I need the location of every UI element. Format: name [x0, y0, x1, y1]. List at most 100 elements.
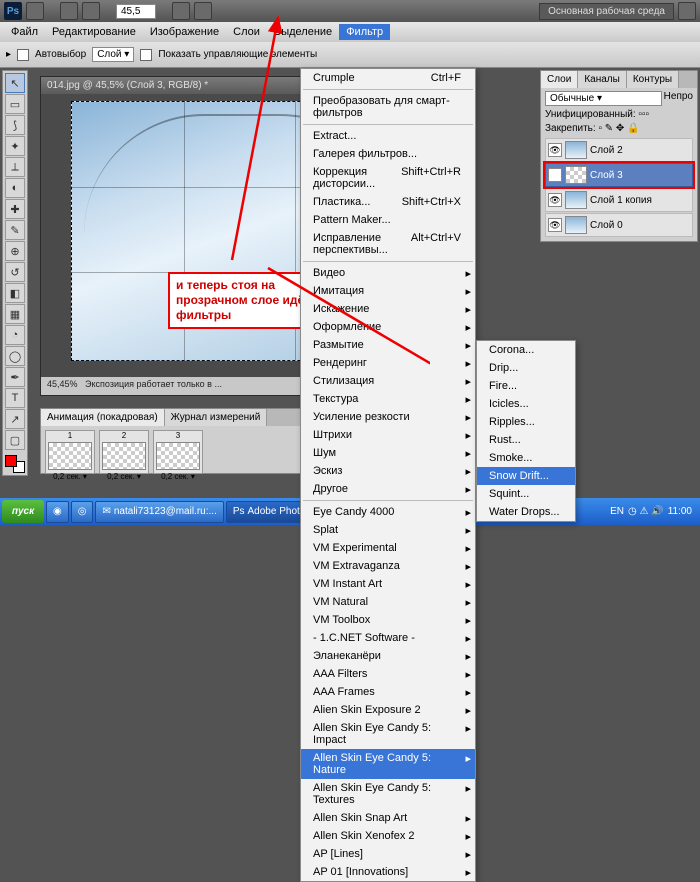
taskbar-quicklaunch[interactable]: ◉ — [46, 501, 69, 523]
arrange-icon[interactable] — [172, 2, 190, 20]
menu-item[interactable]: Другое▸ — [301, 480, 475, 498]
menu-item[interactable]: Eye Candy 4000▸ — [301, 503, 475, 521]
menu-item[interactable]: - 1.C.NET Software -▸ — [301, 629, 475, 647]
menu-item[interactable]: Стилизация▸ — [301, 372, 475, 390]
gradient-tool[interactable]: ▦ — [5, 304, 25, 324]
type-tool[interactable]: T — [5, 388, 25, 408]
lang-indicator[interactable]: EN — [610, 506, 624, 517]
screen-mode-icon[interactable] — [194, 2, 212, 20]
menu-item[interactable]: Alien Skin Exposure 2▸ — [301, 701, 475, 719]
menu-item[interactable]: Allen Skin Eye Candy 5: Textures▸ — [301, 779, 475, 809]
menu-item[interactable]: Эскиз▸ — [301, 462, 475, 480]
menu-item[interactable]: Шум▸ — [301, 444, 475, 462]
path-tool[interactable]: ↗ — [5, 409, 25, 429]
layer-row[interactable]: 👁Слой 0 — [545, 213, 693, 237]
menu-item[interactable]: Ripples... — [477, 413, 575, 431]
menu-item[interactable]: AAA Frames▸ — [301, 683, 475, 701]
menu-item[interactable]: Рендеринг▸ — [301, 354, 475, 372]
blend-mode-select[interactable]: Обычные ▾ — [545, 91, 662, 106]
menu-item[interactable]: Allen Skin Snap Art▸ — [301, 809, 475, 827]
menu-item[interactable]: Fire... — [477, 377, 575, 395]
tab-animation[interactable]: Анимация (покадровая) — [41, 409, 165, 426]
menu-item[interactable]: Drip... — [477, 359, 575, 377]
animation-frame[interactable]: 30,2 сек. ▾ — [153, 430, 203, 474]
visibility-icon[interactable]: 👁 — [548, 218, 562, 232]
layer-row[interactable]: 👁Слой 3 — [545, 163, 693, 187]
menu-item[interactable]: AP 01 [Innovations]▸ — [301, 863, 475, 881]
menu-item[interactable]: Water Drops... — [477, 503, 575, 521]
menu-item[interactable]: Rust... — [477, 431, 575, 449]
healing-tool[interactable]: ✚ — [5, 199, 25, 219]
menu-item[interactable]: Allen Skin Eye Candy 5: Nature▸ — [301, 749, 475, 779]
menu-item[interactable]: CrumpleCtrl+F — [301, 69, 475, 87]
brush-tool[interactable]: ✎ — [5, 220, 25, 240]
move-tool[interactable]: ↖ — [5, 73, 25, 93]
layer-thumbnail[interactable] — [565, 166, 587, 184]
menu-item[interactable]: Усиление резкости▸ — [301, 408, 475, 426]
menu-item[interactable]: Штрихи▸ — [301, 426, 475, 444]
lasso-tool[interactable]: ⟆ — [5, 115, 25, 135]
menu-item[interactable]: Размытие▸ — [301, 336, 475, 354]
menu-item[interactable]: Имитация▸ — [301, 282, 475, 300]
menu-filter[interactable]: Фильтр — [339, 24, 390, 40]
animation-frame[interactable]: 10,2 сек. ▾ — [45, 430, 95, 474]
dodge-tool[interactable]: ◯ — [5, 346, 25, 366]
menu-item[interactable]: Видео▸ — [301, 264, 475, 282]
collapse-icon[interactable] — [678, 2, 696, 20]
taskbar-quicklaunch[interactable]: ◎ — [71, 501, 94, 523]
menu-image[interactable]: Изображение — [143, 24, 226, 40]
pen-tool[interactable]: ✒ — [5, 367, 25, 387]
layer-row[interactable]: 👁Слой 2 — [545, 138, 693, 162]
menu-item[interactable]: Smoke... — [477, 449, 575, 467]
menu-item[interactable]: Галерея фильтров... — [301, 145, 475, 163]
menu-item[interactable]: VM Extravaganza▸ — [301, 557, 475, 575]
tab-layers[interactable]: Слои — [541, 71, 578, 88]
layer-thumbnail[interactable] — [565, 216, 587, 234]
menu-item[interactable]: Allen Skin Eye Candy 5: Impact▸ — [301, 719, 475, 749]
menu-item[interactable]: Icicles... — [477, 395, 575, 413]
blur-tool[interactable]: ◔ — [5, 325, 25, 345]
show-controls-checkbox[interactable] — [140, 49, 152, 61]
zoom-icon[interactable] — [82, 2, 100, 20]
menu-layers[interactable]: Слои — [226, 24, 267, 40]
menu-item[interactable]: Pattern Maker... — [301, 211, 475, 229]
shape-tool[interactable]: ▢ — [5, 430, 25, 450]
menu-item[interactable]: Оформление▸ — [301, 318, 475, 336]
layer-row[interactable]: 👁Слой 1 копия — [545, 188, 693, 212]
marquee-tool[interactable]: ▭ — [5, 94, 25, 114]
menu-item[interactable]: AP [Lines]▸ — [301, 845, 475, 863]
menu-item[interactable]: Коррекция дисторсии...Shift+Ctrl+R — [301, 163, 475, 193]
hand-icon[interactable] — [60, 2, 78, 20]
menu-item[interactable]: AAA Filters▸ — [301, 665, 475, 683]
start-button[interactable]: пуск — [2, 500, 44, 523]
visibility-icon[interactable]: 👁 — [548, 168, 562, 182]
wand-tool[interactable]: ✦ — [5, 136, 25, 156]
menu-item[interactable]: Corona... — [477, 341, 575, 359]
visibility-icon[interactable]: 👁 — [548, 193, 562, 207]
tab-paths[interactable]: Контуры — [627, 71, 679, 88]
menu-edit[interactable]: Редактирование — [45, 24, 143, 40]
menu-item[interactable]: VM Instant Art▸ — [301, 575, 475, 593]
menu-item[interactable]: Snow Drift... — [477, 467, 575, 485]
tab-channels[interactable]: Каналы — [578, 71, 627, 88]
history-brush-tool[interactable]: ↺ — [5, 262, 25, 282]
menu-item[interactable]: Преобразовать для смарт-фильтров — [301, 92, 475, 122]
menu-item[interactable]: Squint... — [477, 485, 575, 503]
layer-thumbnail[interactable] — [565, 191, 587, 209]
auto-select-type[interactable]: Слой ▾ — [92, 47, 134, 62]
auto-select-checkbox[interactable] — [17, 49, 29, 61]
menu-file[interactable]: Файл — [4, 24, 45, 40]
menu-item[interactable]: VM Experimental▸ — [301, 539, 475, 557]
eraser-tool[interactable]: ◧ — [5, 283, 25, 303]
system-tray[interactable]: EN ◷ ⚠ 🔊 11:00 — [604, 506, 698, 517]
menu-item[interactable]: VM Toolbox▸ — [301, 611, 475, 629]
tab-measurement-log[interactable]: Журнал измерений — [165, 409, 268, 426]
stamp-tool[interactable]: ⊕ — [5, 241, 25, 261]
menu-item[interactable]: Текстура▸ — [301, 390, 475, 408]
menu-item[interactable]: Искажение▸ — [301, 300, 475, 318]
menu-item[interactable]: Эланеканёри▸ — [301, 647, 475, 665]
menu-item[interactable]: Extract... — [301, 127, 475, 145]
menu-select[interactable]: Выделение — [267, 24, 339, 40]
menu-item[interactable]: VM Natural▸ — [301, 593, 475, 611]
menu-item[interactable]: Пластика...Shift+Ctrl+X — [301, 193, 475, 211]
